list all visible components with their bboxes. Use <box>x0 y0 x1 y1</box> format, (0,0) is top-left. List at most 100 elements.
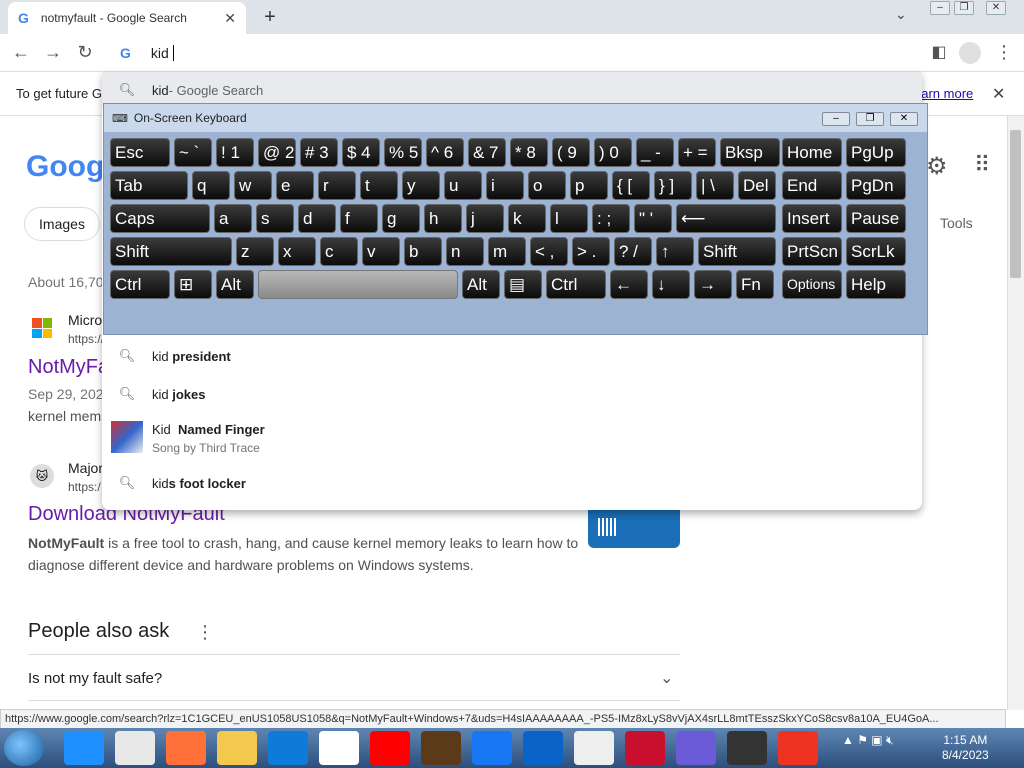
result-1-title[interactable]: NotMyFa <box>28 356 109 379</box>
facebook-icon[interactable] <box>472 731 512 765</box>
omnibox[interactable]: G kid <box>104 36 922 70</box>
suggestion-kids-foot-locker[interactable]: 🔍︎ kid s foot locker <box>102 465 922 501</box>
osk-key[interactable]: Fn <box>736 270 774 299</box>
osk-key[interactable]: ^ 6 <box>426 138 464 167</box>
result-2-thumbnail[interactable] <box>588 510 680 548</box>
osk-key[interactable]: j <box>466 204 504 233</box>
edge-icon[interactable] <box>268 731 308 765</box>
osk-key[interactable]: Insert <box>782 204 842 233</box>
osk-key[interactable]: Alt <box>216 270 254 299</box>
omnibox-text[interactable]: kid <box>151 45 169 61</box>
browser-menu-icon[interactable]: ⋮ <box>993 42 1015 63</box>
store-icon[interactable] <box>727 731 767 765</box>
osk-key[interactable]: > . <box>572 237 610 266</box>
close-tab-icon[interactable]: ✕ <box>224 10 236 27</box>
osk-key[interactable]: @ 2 <box>258 138 296 167</box>
tab-active[interactable]: G notmyfault - Google Search ✕ <box>8 2 246 34</box>
osk-key[interactable]: PrtScn <box>782 237 842 266</box>
osk-key[interactable]: { [ <box>612 171 650 200</box>
osk-key[interactable]: Shift <box>110 237 232 266</box>
osk-minimize-icon[interactable]: – <box>822 112 850 126</box>
minimize-icon[interactable]: – <box>930 1 950 15</box>
osk-key[interactable]: " ' <box>634 204 672 233</box>
osk-key[interactable]: * 8 <box>510 138 548 167</box>
osk-key[interactable]: z <box>236 237 274 266</box>
osk-key[interactable]: m <box>488 237 526 266</box>
ups-icon[interactable] <box>421 731 461 765</box>
osk-key[interactable]: Bksp <box>720 138 780 167</box>
osk-key[interactable]: t <box>360 171 398 200</box>
ie-icon[interactable] <box>64 731 104 765</box>
osk-key[interactable]: a <box>214 204 252 233</box>
osk-key[interactable]: : ; <box>592 204 630 233</box>
osk-key[interactable]: k <box>508 204 546 233</box>
osk-key[interactable]: v <box>362 237 400 266</box>
osk-key[interactable]: l <box>550 204 588 233</box>
osk-key[interactable]: PgUp <box>846 138 906 167</box>
bank-of-america-icon[interactable] <box>625 731 665 765</box>
new-tab-button[interactable]: + <box>258 5 282 29</box>
osk-key[interactable]: Ctrl <box>546 270 606 299</box>
clock[interactable]: 1:15 AM 8/4/2023 <box>942 733 989 763</box>
osk-key[interactable]: ↑ <box>656 237 694 266</box>
reload-icon[interactable]: ↻ <box>74 42 96 63</box>
osk-key[interactable]: Help <box>846 270 906 299</box>
osk-key[interactable]: # 3 <box>300 138 338 167</box>
result-1-site[interactable]: Micro <box>68 312 102 328</box>
paa-question[interactable]: Is not my fault safe? <box>28 670 162 687</box>
osk-key[interactable] <box>258 270 458 299</box>
osk-key[interactable]: Esc <box>110 138 170 167</box>
osk-key[interactable]: Alt <box>462 270 500 299</box>
paa-more-icon[interactable]: ⋮ <box>196 622 214 643</box>
suggestion-kid-named-finger[interactable]: Kid Named Finger Song by Third Trace <box>102 414 922 462</box>
osk-key[interactable]: u <box>444 171 482 200</box>
explorer-icon[interactable] <box>217 731 257 765</box>
osk-key[interactable]: Del <box>738 171 776 200</box>
result-2-url[interactable]: https:/ <box>68 480 101 494</box>
osk-key[interactable]: ⟵ <box>676 204 776 233</box>
osk-key[interactable]: ↓ <box>652 270 690 299</box>
amazon-icon[interactable] <box>319 731 359 765</box>
forward-icon[interactable]: → <box>42 42 64 63</box>
osk-key[interactable]: End <box>782 171 842 200</box>
chevron-down-icon[interactable]: ⌄ <box>660 668 673 688</box>
sun-app-icon[interactable] <box>778 731 818 765</box>
osk-key[interactable]: p <box>570 171 608 200</box>
copilot-icon[interactable] <box>676 731 716 765</box>
suggestion-kid-jokes[interactable]: 🔍︎ kid jokes <box>102 376 922 412</box>
osk-key[interactable]: Caps <box>110 204 210 233</box>
osk-key[interactable]: PgDn <box>846 171 906 200</box>
osk-key[interactable]: Shift <box>698 237 776 266</box>
osk-key[interactable]: ( 9 <box>552 138 590 167</box>
osk-key[interactable]: d <box>298 204 336 233</box>
osk-key[interactable]: ! 1 <box>216 138 254 167</box>
osk-key[interactable]: o <box>528 171 566 200</box>
chrome-icon[interactable] <box>115 731 155 765</box>
osk-key[interactable]: ScrLk <box>846 237 906 266</box>
side-panel-icon[interactable]: ◧ <box>928 42 950 62</box>
osk-close-icon[interactable]: ✕ <box>890 112 918 126</box>
start-button[interactable] <box>4 730 44 766</box>
learn-more-link[interactable]: earn more <box>914 86 973 101</box>
osk-key[interactable]: ? / <box>614 237 652 266</box>
profile-avatar[interactable] <box>959 42 981 64</box>
youtube-icon[interactable] <box>370 731 410 765</box>
tab-search-icon[interactable]: ⌄ <box>895 6 907 23</box>
result-1-url[interactable]: https:// <box>68 332 104 346</box>
osk-key[interactable]: g <box>382 204 420 233</box>
osk-key[interactable]: & 7 <box>468 138 506 167</box>
firefox-icon[interactable] <box>166 731 206 765</box>
wikipedia-icon[interactable] <box>574 731 614 765</box>
osk-key[interactable]: Pause <box>846 204 906 233</box>
osk-key[interactable]: < , <box>530 237 568 266</box>
osk-title-bar[interactable]: ⌨ On-Screen Keyboard <box>104 104 927 132</box>
osk-key[interactable]: + = <box>678 138 716 167</box>
osk-key[interactable]: Ctrl <box>110 270 170 299</box>
osk-key[interactable]: r <box>318 171 356 200</box>
osk-key[interactable]: | \ <box>696 171 734 200</box>
back-icon[interactable]: ← <box>10 42 32 63</box>
osk-key[interactable]: Options <box>782 270 842 299</box>
images-filter-chip[interactable]: Images <box>24 207 100 241</box>
osk-key[interactable]: c <box>320 237 358 266</box>
osk-key[interactable]: i <box>486 171 524 200</box>
